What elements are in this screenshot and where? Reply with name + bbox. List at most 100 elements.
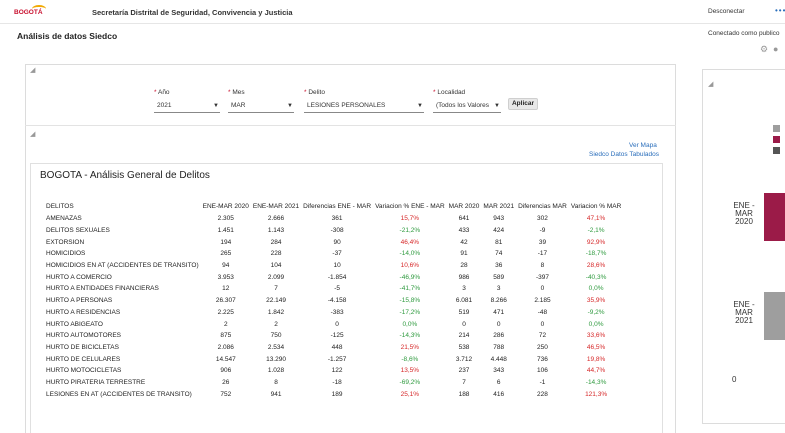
value-cell: 21,5% <box>400 343 420 351</box>
value-cell: -397 <box>535 273 549 281</box>
table-row: EXTORSION 194 284 90 46,4% 42 81 39 92,9% <box>42 236 623 248</box>
value-cell: -21,2% <box>399 227 421 235</box>
value-cell: 7 <box>274 285 278 293</box>
value-cell: 33,6% <box>586 332 606 340</box>
value-cell: 471 <box>493 308 505 316</box>
siedco-tabulados-link[interactable]: Siedco Datos Tabulados <box>589 151 659 158</box>
value-cell: 641 <box>458 215 470 223</box>
help-icon[interactable]: ● <box>773 44 778 54</box>
collapse-triangle-icon[interactable]: ◢ <box>30 66 35 74</box>
chart-bar[interactable] <box>764 193 785 241</box>
table-row: HURTO A PERSONAS 26.307 22.149 -4.158 -15,8%… <box>42 295 623 307</box>
prompt-anio: * Año 2021 ▼ <box>154 89 220 113</box>
table-row: HURTO A ENTIDADES FINANCIERAS 12 7 -5 -41,7%… <box>42 283 623 295</box>
value-cell: 302 <box>537 215 548 223</box>
value-cell: -14,0% <box>399 250 421 258</box>
delito-select-value: LESIONES PERSONALES <box>307 102 386 109</box>
value-cell: 1.842 <box>267 308 285 316</box>
table-row: HURTO A COMERCIO 3.953 2.099 -1.854 -46,9% 98… <box>42 271 623 283</box>
value-cell: 46,5% <box>586 343 606 351</box>
value-cell: 8.266 <box>490 297 507 305</box>
value-cell: 3 <box>496 285 501 293</box>
x-tick-label: 0 <box>732 375 737 384</box>
value-cell: 10,6% <box>400 262 420 270</box>
more-menu-icon[interactable]: ••• <box>775 6 785 15</box>
collapse-triangle-icon[interactable]: ◢ <box>30 130 35 138</box>
chart-panel <box>702 69 785 424</box>
localidad-select[interactable]: (Todos los Valores ▼ <box>433 101 501 113</box>
value-cell: 0 <box>496 320 501 328</box>
value-cell: 3 <box>462 285 466 293</box>
value-cell: 0 <box>335 320 339 328</box>
anio-select[interactable]: 2021 ▼ <box>154 101 220 113</box>
value-cell: 250 <box>537 343 548 351</box>
gear-icon[interactable]: ⚙ <box>760 44 768 55</box>
value-cell: -9 <box>539 227 546 235</box>
value-cell: 986 <box>458 273 470 281</box>
ver-mapa-link[interactable]: Ver Mapa <box>629 142 657 149</box>
mes-select[interactable]: MAR ▼ <box>228 101 294 113</box>
value-cell: -14,3% <box>585 378 607 386</box>
value-cell: -46,9% <box>399 273 421 281</box>
col-header: Diferencias MAR <box>518 202 567 210</box>
prompt-mes: * Mes MAR ▼ <box>228 89 294 113</box>
table-row: HURTO DE BICICLETAS 2.086 2.534 448 21,5% 538… <box>42 342 623 354</box>
value-cell: 104 <box>270 262 282 270</box>
value-cell: -2,1% <box>587 227 605 235</box>
prompt-delito: * Delito LESIONES PERSONALES ▼ <box>304 89 424 113</box>
delito-cell: DELITOS SEXUALES <box>46 227 110 235</box>
value-cell: 6.081 <box>455 297 473 305</box>
value-cell: -18 <box>332 378 342 386</box>
delito-cell: EXTORSION <box>46 238 85 246</box>
collapse-triangle-icon[interactable]: ◢ <box>708 80 713 88</box>
apply-button[interactable]: Aplicar <box>508 98 538 110</box>
value-cell: 39 <box>538 238 547 246</box>
chart-bar[interactable] <box>764 292 785 340</box>
col-header: DELITOS <box>46 202 74 210</box>
value-cell: 121,3% <box>585 390 608 398</box>
delito-cell: LESIONES EN AT (ACCIDENTES DE TRANSITO) <box>46 390 192 398</box>
value-cell: 188 <box>458 390 470 398</box>
disconnect-link[interactable]: Desconectar <box>708 8 745 15</box>
bogota-logo[interactable]: BOGOTÁ <box>14 5 48 19</box>
table-row: HURTO ABIGEATO 2 2 0 0,0% 0 0 0 0,0% <box>42 318 623 330</box>
delito-cell: HURTO A ENTIDADES FINANCIERAS <box>46 285 159 293</box>
value-cell: 194 <box>220 238 232 246</box>
value-cell: 47,1% <box>586 215 606 223</box>
value-cell: 736 <box>537 355 548 363</box>
value-cell: 2.099 <box>267 273 285 281</box>
value-cell: 81 <box>495 238 503 246</box>
delito-cell: HOMICIDIOS EN AT (ACCIDENTES DE TRANSITO… <box>46 262 199 270</box>
table-row: HOMICIDIOS EN AT (ACCIDENTES DE TRANSITO… <box>42 260 623 272</box>
value-cell: 42 <box>460 238 468 246</box>
value-cell: -69,2% <box>399 378 421 386</box>
anio-select-value: 2021 <box>157 102 172 109</box>
prompt-localidad: * Localidad (Todos los Valores ▼ <box>433 89 501 113</box>
delito-cell: HURTO DE BICICLETAS <box>46 343 119 351</box>
y-tick-label: ENE - MAR 2021 <box>731 301 757 325</box>
logo-swoosh-icon <box>32 5 46 13</box>
col-header: MAR 2020 <box>448 202 480 210</box>
value-cell: 2 <box>223 320 228 328</box>
table-row: HURTO MOTOCICLETAS 906 1.028 122 13,5% 237 343… <box>42 365 623 377</box>
value-cell: -125 <box>330 332 344 340</box>
value-cell: 906 <box>220 367 232 375</box>
value-cell: 72 <box>538 332 547 340</box>
table-row: DELITOS SEXUALES 1.451 1.143 -308 -21,2% 433 4… <box>42 225 623 237</box>
value-cell: 943 <box>493 215 505 223</box>
value-cell: 6 <box>496 378 501 386</box>
value-cell: 3.953 <box>217 273 234 281</box>
value-cell: 788 <box>493 343 505 351</box>
value-cell: 189 <box>331 390 343 398</box>
dropdown-arrow-icon: ▼ <box>213 103 219 109</box>
value-cell: 7 <box>462 378 466 386</box>
value-cell: 2.225 <box>217 308 234 316</box>
report-title: BOGOTA - Análisis General de Delitos <box>40 170 210 181</box>
value-cell: 91 <box>460 250 468 258</box>
value-cell: 28 <box>460 262 468 270</box>
value-cell: 44,7% <box>586 367 606 375</box>
legend-swatch <box>773 125 780 132</box>
delito-select[interactable]: LESIONES PERSONALES ▼ <box>304 101 424 113</box>
value-cell: 1.451 <box>217 227 234 235</box>
prompt-localidad-label: Localidad <box>437 89 466 96</box>
